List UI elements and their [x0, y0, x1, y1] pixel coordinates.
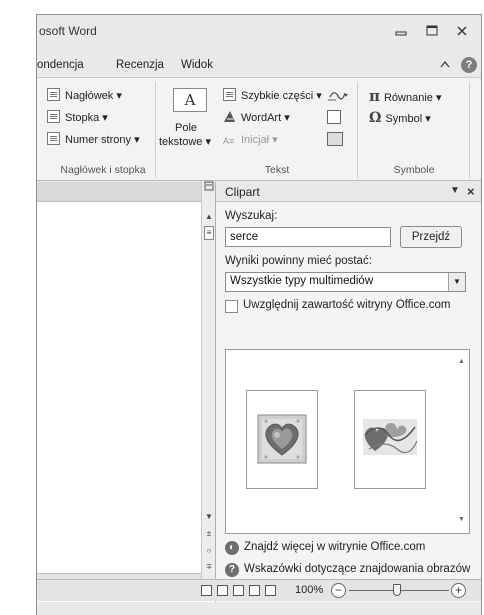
- zoom-level[interactable]: 100%: [295, 584, 323, 596]
- vertical-scrollbar[interactable]: ▲ ≡ ▼ ± ○ ∓: [201, 181, 215, 594]
- include-office-checkbox[interactable]: [225, 300, 238, 313]
- quick-parts-icon: [223, 88, 236, 101]
- object-icon[interactable]: [327, 132, 343, 146]
- tab-widok[interactable]: Widok: [181, 59, 213, 71]
- scroll-down-arrow[interactable]: ▼: [204, 512, 214, 521]
- results-list[interactable]: ▲ ▼: [225, 349, 470, 534]
- group-label-text: Tekst: [264, 164, 290, 176]
- results-scroll-up-arrow[interactable]: ▲: [458, 358, 465, 365]
- page-number-icon: [47, 132, 60, 145]
- header-icon: [47, 88, 60, 101]
- search-input[interactable]: [225, 227, 391, 247]
- pi-icon: π: [369, 87, 380, 105]
- pane-title: Clipart: [225, 185, 260, 199]
- screenshot-frame: osoft Word ondencja Recenzja Widok ? Nag…: [0, 0, 484, 615]
- word-window: osoft Word ondencja Recenzja Widok ? Nag…: [36, 14, 482, 615]
- zoom-out-icon[interactable]: −: [331, 583, 346, 598]
- ribbon: Nagłówek ▾ Stopka ▾ Numer strony ▾ Nagłó…: [37, 77, 481, 181]
- group-separator: [469, 82, 470, 178]
- equation-button[interactable]: π Równanie ▾: [369, 88, 441, 104]
- footer-icon: [47, 110, 60, 123]
- group-label-header-footer: Nagłówek i stopka: [60, 164, 146, 176]
- footer-button-label: Stopka ▾: [65, 112, 108, 124]
- result-thumbnail-2[interactable]: [354, 390, 426, 489]
- tab-korespondencja[interactable]: ondencja: [37, 59, 84, 71]
- media-type-value: Wszystkie typy multimediów: [230, 275, 374, 287]
- header-button[interactable]: Nagłówek ▾: [47, 88, 122, 104]
- close-icon: [457, 26, 467, 36]
- status-bar: 100% − +: [37, 579, 481, 601]
- quick-parts-button[interactable]: Szybkie części ▾: [223, 88, 322, 104]
- print-layout-view-icon[interactable]: [201, 585, 212, 596]
- equation-label: Równanie ▾: [383, 92, 442, 104]
- footer-button[interactable]: Stopka ▾: [47, 110, 108, 126]
- web-layout-icon[interactable]: [233, 585, 244, 596]
- textbox-button-label[interactable]: Pole: [175, 122, 197, 134]
- textbox-button-label-2[interactable]: tekstowe ▾: [159, 135, 211, 148]
- pane-options-icon[interactable]: ▼: [450, 185, 460, 196]
- wordart-button[interactable]: WordArt ▾: [223, 110, 290, 126]
- help-tips-icon: ?: [225, 563, 239, 577]
- page-number-button-label: Numer strony ▾: [65, 134, 140, 146]
- minimize-icon: [395, 31, 407, 36]
- results-type-label: Wyniki powinny mieć postać:: [225, 255, 372, 267]
- app-title: osoft Word: [39, 24, 97, 38]
- office-online-icon: ◐: [225, 541, 239, 555]
- drop-cap-icon: A≡: [223, 136, 235, 146]
- zoom-slider-thumb[interactable]: [393, 584, 401, 596]
- maximize-icon: [426, 25, 438, 36]
- group-label-symbols: Symbole: [393, 164, 435, 176]
- textbox-icon[interactable]: A: [173, 88, 207, 112]
- minimize-button[interactable]: [392, 25, 410, 39]
- clipart-pane: Clipart ▼ × Wyszukaj: Przejdź Wyniki pow…: [215, 182, 481, 602]
- search-label: Wyszukaj:: [225, 210, 278, 222]
- browse-object-icon[interactable]: ○: [204, 546, 214, 555]
- scroll-thumb[interactable]: ≡: [204, 226, 214, 240]
- heart-image: [257, 414, 307, 464]
- pane-close-icon[interactable]: ×: [467, 184, 475, 199]
- chevron-down-icon[interactable]: ▼: [448, 273, 465, 291]
- media-type-select[interactable]: Wszystkie typy multimediów ▼: [225, 272, 466, 292]
- title-bar: osoft Word: [37, 15, 481, 45]
- document-area[interactable]: ▲ ≡ ▼ ± ○ ∓ ▶: [37, 181, 215, 602]
- result-thumbnail-1[interactable]: [246, 390, 318, 489]
- group-separator: [357, 82, 358, 178]
- full-screen-reading-icon[interactable]: [217, 585, 228, 596]
- results-scrollbar[interactable]: ▲ ▼: [454, 350, 469, 533]
- date-time-icon[interactable]: [327, 110, 341, 124]
- search-tips-link[interactable]: Wskazówki dotyczące znajdowania obrazów: [244, 563, 470, 575]
- drop-cap-label: Inicjał ▾: [241, 134, 278, 146]
- draft-view-icon[interactable]: [265, 585, 276, 596]
- close-button[interactable]: [453, 25, 471, 39]
- ribbon-tabs: ondencja Recenzja Widok ?: [37, 57, 481, 75]
- results-scroll-down-arrow[interactable]: ▼: [458, 516, 465, 523]
- prev-page-icon[interactable]: ±: [204, 529, 214, 538]
- find-more-link[interactable]: Znajdź więcej w witrynie Office.com: [244, 541, 425, 553]
- quick-parts-label: Szybkie części ▾: [241, 90, 322, 102]
- next-page-icon[interactable]: ∓: [204, 562, 214, 571]
- ruler-toggle-icon[interactable]: [204, 181, 214, 193]
- pane-header: Clipart ▼ ×: [216, 182, 481, 202]
- go-button[interactable]: Przejdź: [400, 226, 462, 248]
- header-button-label: Nagłówek ▾: [65, 90, 122, 102]
- symbol-label: Symbol ▾: [385, 113, 431, 125]
- drop-cap-button[interactable]: A≡ Inicjał ▾: [223, 132, 278, 148]
- outline-view-icon[interactable]: [249, 585, 260, 596]
- scroll-up-arrow[interactable]: ▲: [204, 212, 214, 221]
- minimize-ribbon-icon[interactable]: [440, 60, 450, 71]
- help-icon[interactable]: ?: [461, 57, 477, 73]
- zoom-in-icon[interactable]: +: [451, 583, 466, 598]
- wordart-label: WordArt ▾: [241, 112, 290, 124]
- tab-recenzja[interactable]: Recenzja: [116, 59, 164, 71]
- document-background: [37, 182, 215, 202]
- group-separator: [155, 82, 156, 178]
- page-number-button[interactable]: Numer strony ▾: [47, 132, 140, 148]
- omega-icon: Ω: [369, 110, 382, 126]
- signature-line-icon[interactable]: [327, 88, 348, 102]
- include-office-label[interactable]: Uwzględnij zawartość witryny Office.com: [243, 299, 451, 311]
- hearts-abstract-image: [363, 419, 418, 455]
- symbol-button[interactable]: Ω Symbol ▾: [369, 110, 431, 126]
- maximize-button[interactable]: [423, 25, 441, 39]
- wordart-icon: [223, 110, 236, 128]
